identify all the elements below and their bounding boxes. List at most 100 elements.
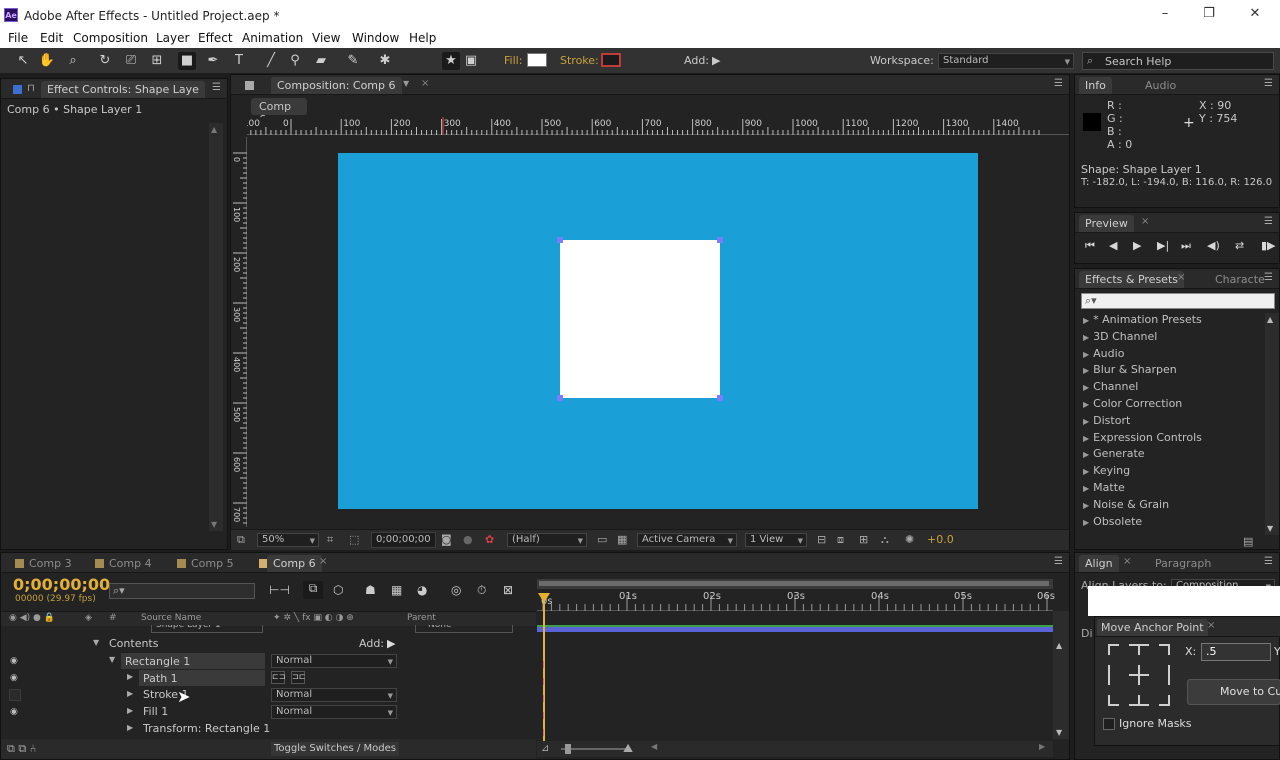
hide-shy-icon[interactable]: ☗ — [365, 583, 376, 597]
zoom-tool-icon[interactable]: ⌕ — [64, 52, 82, 70]
move-to-custom-button[interactable]: Move to Cus — [1187, 679, 1280, 705]
timeline-vscroll[interactable]: ▲ ▼ — [1053, 611, 1069, 739]
effects-category[interactable]: ▶ Matte — [1083, 481, 1125, 497]
panel-menu-icon[interactable]: ☰ — [1264, 216, 1273, 227]
scroll-right-icon[interactable]: ▶ — [1039, 742, 1045, 751]
exposure-value[interactable]: +0.0 — [927, 533, 954, 546]
brush-tool-icon[interactable]: ╱ — [262, 52, 280, 70]
expand-arrow-icon[interactable]: ▶ — [1083, 333, 1089, 342]
play-icon[interactable]: ▶ — [1133, 239, 1141, 252]
menu-composition[interactable]: Composition — [73, 31, 148, 45]
close-tab-icon[interactable]: × — [1123, 556, 1131, 567]
layer-row-fill[interactable]: ◉ ▶ Fill 1 Normal — [1, 704, 536, 721]
expand-arrow-icon[interactable]: ▶ — [127, 672, 133, 681]
effects-category[interactable]: ▶ Keying — [1083, 464, 1130, 480]
menu-file[interactable]: File — [8, 31, 28, 45]
reset-exposure-icon[interactable]: ✺ — [905, 533, 914, 546]
effects-category[interactable]: ▶ * Animation Presets — [1083, 313, 1202, 329]
first-frame-icon[interactable]: ⏮ — [1085, 239, 1095, 253]
layer-switches-icon[interactable]: ⧉ ⧉ ⑃ — [7, 742, 36, 756]
timeline-current-time[interactable]: 0;00;00;00 — [13, 575, 110, 594]
expand-arrow-icon[interactable]: ▶ — [1083, 434, 1089, 443]
zoom-slider-thumb[interactable] — [565, 744, 571, 754]
transparency-grid-icon[interactable]: ▦ — [617, 533, 627, 546]
eraser-tool-icon[interactable]: ▰ — [312, 52, 330, 70]
menu-window[interactable]: Window — [352, 31, 399, 45]
ram-preview-icon[interactable]: ▮▶ — [1261, 239, 1276, 252]
work-area-range[interactable] — [539, 581, 1049, 586]
always-preview-icon[interactable]: ⧉ — [237, 533, 245, 547]
tab-composition[interactable]: Composition: Comp 6 — [271, 77, 402, 94]
close-tab-icon[interactable]: × — [1141, 216, 1149, 227]
tab-preview[interactable]: Preview — [1079, 215, 1134, 232]
panel-menu-icon[interactable]: ☰ — [212, 82, 221, 93]
expand-arrow-icon[interactable]: ▶ — [1083, 501, 1089, 510]
loop-icon[interactable]: ⇄ — [1235, 239, 1244, 252]
stroke-swatch[interactable] — [601, 53, 621, 67]
menu-layer[interactable]: Layer — [156, 31, 189, 45]
visibility-eye-icon[interactable]: ◉ — [10, 707, 18, 717]
effects-category[interactable]: ▶ Generate — [1083, 447, 1145, 463]
layer-row-stroke[interactable]: ▶ Stroke 1 Normal ➤ — [1, 687, 536, 706]
blend-mode-select[interactable]: Normal — [271, 705, 397, 719]
tab-paragraph[interactable]: Paragraph — [1149, 555, 1217, 572]
tab-comp-3[interactable]: Comp 3 — [23, 555, 78, 572]
fast-previews-icon[interactable]: ⧈ — [837, 533, 844, 547]
last-frame-icon[interactable]: ⏭ — [1181, 239, 1191, 253]
fill-swatch[interactable] — [527, 53, 547, 67]
menu-effect[interactable]: Effect — [198, 31, 233, 45]
lock-icon[interactable]: ⊓ — [27, 83, 35, 94]
ignore-masks-checkbox[interactable] — [1103, 718, 1115, 730]
visibility-eye-icon[interactable]: ◉ — [10, 673, 18, 683]
blend-mode-select[interactable]: Normal — [271, 688, 397, 702]
puppet-pin-tool-icon[interactable]: ✱ — [376, 52, 394, 70]
layer-row-transform[interactable]: ▶ Transform: Rectangle 1 — [1, 721, 536, 738]
scroll-left-icon[interactable]: ◀ — [651, 742, 657, 751]
visibility-off-box[interactable] — [9, 689, 21, 701]
current-time-field[interactable]: 0;00;00;00 — [371, 532, 436, 548]
expand-arrow-icon[interactable]: ▶ — [1083, 400, 1089, 409]
motion-blur-icon[interactable]: ◕ — [417, 583, 427, 597]
comp-mini-flowchart-icon[interactable]: ⊢⊣ — [269, 583, 290, 597]
expand-arrow-icon[interactable]: ▶ — [127, 723, 133, 732]
close-tab-icon[interactable]: × — [421, 78, 429, 89]
effects-category[interactable]: ▶ 3D Channel — [1083, 330, 1157, 346]
white-rectangle-shape[interactable] — [560, 240, 720, 398]
graph-editor-icon[interactable]: ⊠ — [503, 583, 513, 597]
auto-keyframe-icon[interactable]: ⏱ — [477, 583, 486, 598]
effects-category[interactable]: ▶ Blur & Sharpen — [1083, 363, 1177, 379]
live-update-icon[interactable]: ⧉ — [303, 581, 323, 599]
add-menu-icon[interactable]: ▶ — [712, 54, 720, 67]
tab-effect-controls[interactable]: Effect Controls: Shape Laye — [41, 81, 205, 98]
close-button[interactable]: ✕ — [1244, 6, 1266, 24]
expand-arrow-icon[interactable]: ▶ — [127, 689, 133, 698]
comp-flow-tab[interactable]: Comp 6 — [251, 98, 307, 126]
path-dir-icon[interactable]: ⊐⊏ — [291, 671, 305, 684]
expand-arrow-icon[interactable]: ▶ — [1083, 518, 1089, 527]
menu-help[interactable]: Help — [409, 31, 436, 45]
expand-arrow-icon[interactable]: ▶ — [1083, 467, 1089, 476]
tab-info[interactable]: Info — [1079, 77, 1112, 94]
expand-arrow-icon[interactable]: ▶ — [1083, 450, 1089, 459]
expand-arrow-icon[interactable]: ▶ — [1083, 417, 1089, 426]
pan-behind-tool-icon[interactable]: ⊞ — [148, 52, 166, 70]
selection-tool-icon[interactable]: ↖ — [14, 52, 32, 70]
effects-category[interactable]: ▶ Color Correction — [1083, 397, 1182, 413]
expand-arrow-icon[interactable]: ▶ — [127, 706, 133, 715]
panel-menu-icon[interactable]: ☰ — [1264, 78, 1273, 89]
safe-zones-icon[interactable]: ⌗ — [327, 533, 333, 547]
expand-arrow-icon[interactable]: ▶ — [1083, 366, 1089, 375]
camera-tool-icon[interactable]: ⎚ — [122, 52, 140, 70]
source-name-column[interactable]: Source Name — [141, 613, 201, 623]
visibility-eye-icon[interactable]: ◉ — [10, 656, 18, 666]
effects-search-input[interactable]: ⌕▾ — [1081, 293, 1275, 309]
vertex-handle[interactable] — [557, 237, 563, 243]
tab-character[interactable]: Characte — [1209, 271, 1271, 288]
mask-toggle-icon[interactable]: ▣ — [462, 52, 480, 70]
close-tab-icon[interactable]: × — [1177, 272, 1185, 283]
view-layout-select[interactable]: 1 View — [745, 533, 807, 547]
timeline-search-input[interactable]: ⌕▾ — [109, 583, 255, 599]
add-contents-icon[interactable]: ▶ — [387, 637, 395, 650]
comp-dropdown-icon[interactable]: ▼ — [403, 79, 409, 88]
tab-comp-5[interactable]: Comp 5 — [185, 555, 240, 572]
